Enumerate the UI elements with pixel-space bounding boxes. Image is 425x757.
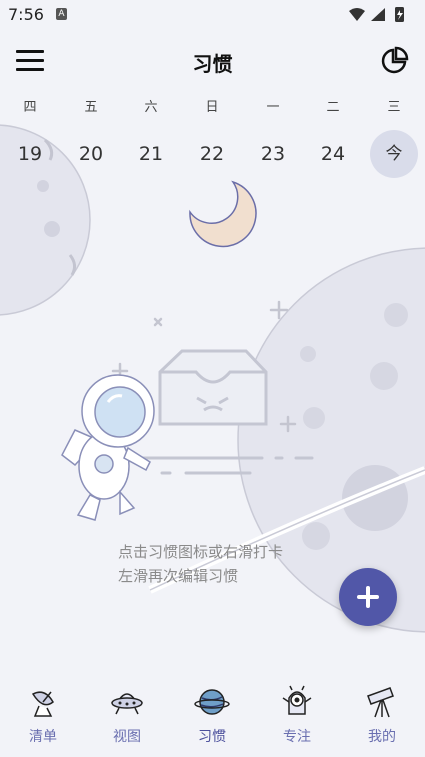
date-cell[interactable]: 23 <box>249 130 297 178</box>
hint-line-1: 点击习惯图标或右滑打卡 <box>118 543 284 561</box>
date-row: 19 20 21 22 23 24 今 <box>0 130 425 178</box>
tab-habits[interactable]: 习惯 <box>177 680 247 750</box>
tab-list[interactable]: 清单 <box>8 680 78 750</box>
date-cell[interactable]: 20 <box>67 130 115 178</box>
tab-label: 视图 <box>113 729 141 745</box>
bottom-nav: 清单 视图 习惯 专注 我的 <box>0 680 425 757</box>
empty-state-hint: 点击习惯图标或右滑打卡 左滑再次编辑习惯 <box>118 540 283 588</box>
astronaut-illustration <box>61 374 155 521</box>
tab-label: 我的 <box>368 729 396 745</box>
moon-illustration <box>189 180 257 248</box>
tab-focus[interactable]: 专注 <box>262 680 332 750</box>
date-cell[interactable]: 21 <box>127 130 175 178</box>
satellite-dish-icon <box>31 691 54 717</box>
date-cell[interactable]: 22 <box>188 130 236 178</box>
hint-line-2: 左滑再次编辑习惯 <box>118 567 239 585</box>
tab-label: 习惯 <box>198 729 226 745</box>
telescope-icon <box>367 687 394 718</box>
tab-label: 清单 <box>29 729 57 745</box>
tab-label: 专注 <box>283 729 311 745</box>
planet-icon <box>194 689 230 715</box>
tab-view[interactable]: 视图 <box>92 680 162 750</box>
ufo-icon <box>111 693 143 715</box>
add-habit-button[interactable] <box>339 568 397 626</box>
date-cell-today[interactable]: 今 <box>370 130 418 178</box>
tab-profile[interactable]: 我的 <box>347 680 417 750</box>
empty-box-icon <box>158 349 268 426</box>
date-cell[interactable]: 24 <box>309 130 357 178</box>
alien-icon <box>282 685 312 715</box>
date-cell[interactable]: 19 <box>6 130 54 178</box>
